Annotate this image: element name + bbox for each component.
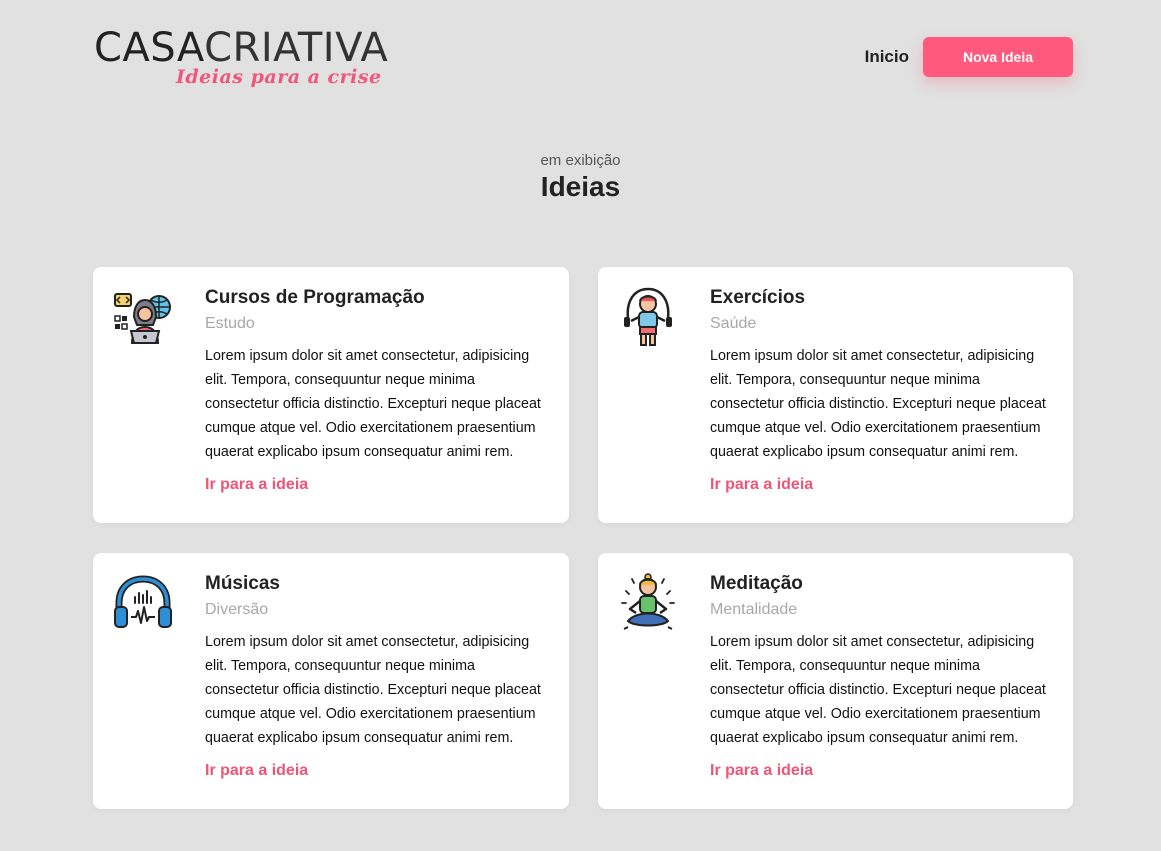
page: CASACRIATIVA Ideias para a crise Inicio …	[0, 0, 1161, 851]
card-title: Meditação	[710, 573, 803, 594]
new-idea-button[interactable]: Nova Ideia	[923, 37, 1073, 77]
go-to-idea-link[interactable]: Ir para a ideia	[710, 476, 813, 494]
ideas-grid: Cursos de Programação Estudo Lorem ipsum…	[93, 267, 1073, 809]
page-title: Ideias	[540, 171, 621, 202]
go-to-idea-link[interactable]: Ir para a ideia	[710, 762, 813, 780]
card-category: Diversão	[205, 601, 269, 618]
card-body: Exercícios Saúde Lorem ipsum dolor sit a…	[710, 287, 1051, 494]
idea-card: Músicas Diversão Lorem ipsum dolor sit a…	[93, 553, 569, 809]
logo-wordmark-bold: CASA	[94, 25, 205, 71]
card-description: Lorem ipsum dolor sit amet consectetur, …	[710, 348, 1046, 460]
card-description: Lorem ipsum dolor sit amet consectetur, …	[205, 634, 541, 746]
idea-card: Cursos de Programação Estudo Lorem ipsum…	[93, 267, 569, 523]
card-category: Saúde	[710, 315, 757, 332]
card-category: Estudo	[205, 315, 255, 332]
top-nav: Inicio Nova Ideia	[865, 37, 1073, 77]
section-header: em exibição Ideias	[0, 152, 1161, 203]
meditation-icon	[618, 573, 678, 633]
card-title: Músicas	[205, 573, 280, 594]
section-kicker: em exibição	[540, 152, 621, 169]
idea-card: Meditação Mentalidade Lorem ipsum dolor …	[598, 553, 1073, 809]
idea-card: Exercícios Saúde Lorem ipsum dolor sit a…	[598, 267, 1073, 523]
card-title: Exercícios	[710, 287, 806, 308]
card-title: Cursos de Programação	[205, 287, 425, 308]
go-to-idea-link[interactable]: Ir para a ideia	[205, 762, 308, 780]
logo-wordmark-light: CRIATIVA	[204, 25, 389, 71]
headphones-icon	[113, 573, 173, 633]
logo[interactable]: CASACRIATIVA Ideias para a crise	[94, 28, 394, 92]
card-category: Mentalidade	[710, 601, 798, 618]
logo-tagline: Ideias para a crise	[176, 66, 382, 88]
card-description: Lorem ipsum dolor sit amet consectetur, …	[710, 634, 1046, 746]
jump-rope-icon	[618, 287, 678, 347]
logo-wordmark: CASACRIATIVA	[94, 28, 394, 68]
go-to-idea-link[interactable]: Ir para a ideia	[205, 476, 308, 494]
card-body: Músicas Diversão Lorem ipsum dolor sit a…	[205, 573, 547, 780]
card-description: Lorem ipsum dolor sit amet consectetur, …	[205, 348, 541, 460]
nav-home-link[interactable]: Inicio	[865, 47, 909, 67]
card-body: Cursos de Programação Estudo Lorem ipsum…	[205, 287, 547, 494]
programmer-icon	[113, 287, 173, 347]
card-body: Meditação Mentalidade Lorem ipsum dolor …	[710, 573, 1051, 780]
